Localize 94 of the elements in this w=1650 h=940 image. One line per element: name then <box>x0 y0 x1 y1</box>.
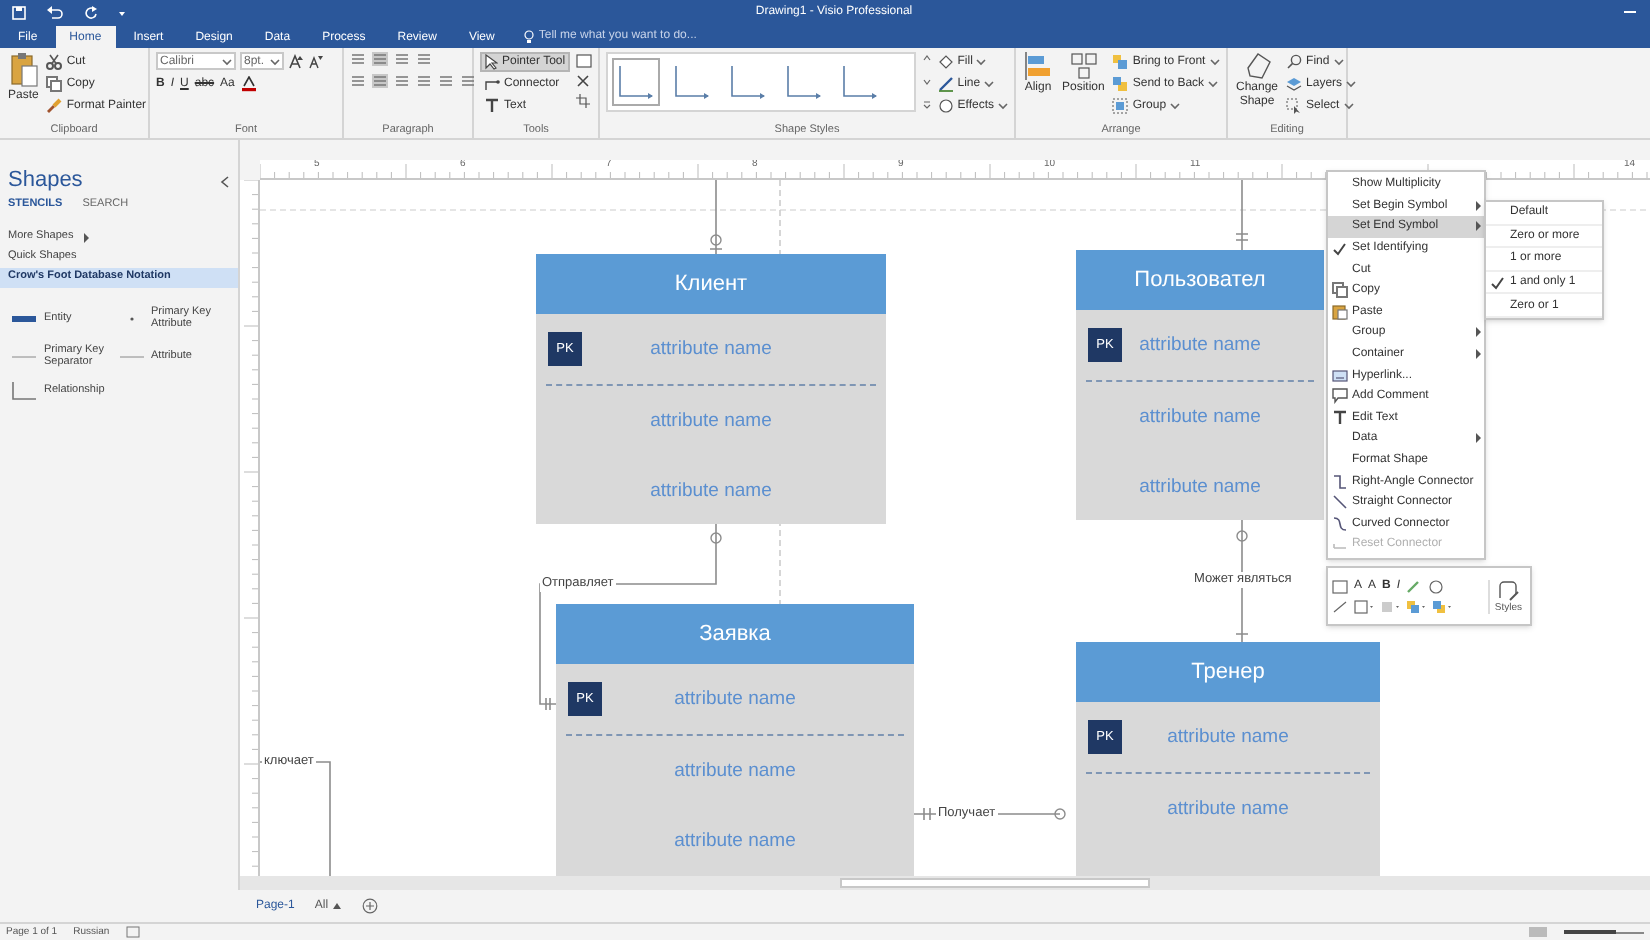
change-shape-icon <box>1243 52 1272 80</box>
attribute-name: attribute name <box>674 689 796 709</box>
attribute-name: attribute name <box>674 831 796 851</box>
zoom-slider[interactable] <box>1564 926 1644 938</box>
fill-bucket-icon <box>937 54 954 70</box>
attribute-name: attribute name <box>1139 477 1261 497</box>
connector-icon <box>484 76 500 92</box>
attribute-name: attribute name <box>650 411 772 431</box>
close-icon[interactable] <box>575 74 590 88</box>
connector-style-icon[interactable] <box>782 60 826 104</box>
list-icon[interactable] <box>372 52 388 66</box>
align-icon[interactable] <box>350 74 366 88</box>
entity-title: Тренер <box>1191 661 1265 683</box>
caret-down-icon <box>1346 80 1357 88</box>
caret-down-icon <box>998 102 1008 110</box>
styles-icon <box>1496 579 1521 603</box>
lightbulb-icon <box>524 30 535 44</box>
attribute-name: attribute name <box>1139 335 1261 355</box>
bring-front-icon <box>1112 54 1129 70</box>
list-icon[interactable] <box>394 52 410 66</box>
group-icon <box>1112 98 1129 114</box>
straight-connector-icon <box>1331 494 1347 511</box>
align-icon[interactable] <box>394 74 410 88</box>
save-icon[interactable] <box>12 5 26 19</box>
copy-icon <box>1331 282 1347 299</box>
scrollbar-thumb[interactable] <box>840 878 1150 888</box>
comment-icon <box>1331 388 1347 405</box>
caret-up-icon <box>332 902 343 910</box>
caret-down-icon <box>976 58 987 66</box>
caret-down-icon <box>270 57 280 65</box>
paintbrush-icon <box>46 98 63 114</box>
attribute-name: attribute name <box>1167 727 1289 747</box>
attribute-name: attribute name <box>1167 799 1289 819</box>
align-icon[interactable] <box>438 74 454 88</box>
caret-down-icon <box>1343 102 1354 110</box>
caret-down-icon <box>222 57 232 65</box>
shrink-font-icon[interactable] <box>308 53 324 69</box>
align-icon[interactable] <box>460 74 476 88</box>
entity-title: Пользовател <box>1134 269 1266 291</box>
text-icon <box>484 98 500 114</box>
connector-style-icon[interactable] <box>614 60 658 104</box>
curved-connector-icon <box>1331 515 1347 532</box>
font-color-icon[interactable] <box>240 76 259 92</box>
check-icon <box>1332 241 1346 256</box>
search-icon <box>1286 54 1303 70</box>
collapse-icon[interactable] <box>220 175 230 187</box>
attribute-name: attribute name <box>650 481 772 501</box>
connector-style-icon[interactable] <box>726 60 770 104</box>
caret-down-icon <box>1208 80 1219 88</box>
elbow-connector-icon <box>1331 473 1347 490</box>
normal-view-icon[interactable] <box>1528 926 1548 938</box>
grow-font-icon[interactable] <box>288 53 304 69</box>
attribute-name: attribute name <box>1139 407 1261 427</box>
add-page-icon[interactable] <box>362 898 379 914</box>
entity-title: Заявка <box>699 623 771 645</box>
minimize-icon[interactable] <box>1622 6 1638 18</box>
connector-style-icon[interactable] <box>670 60 714 104</box>
cursor-icon <box>1286 98 1303 114</box>
undo-icon[interactable] <box>46 5 64 19</box>
attribute-name: attribute name <box>674 761 796 781</box>
layers-icon <box>1286 76 1303 92</box>
text-icon <box>1331 409 1347 426</box>
clipboard-icon <box>1331 303 1347 320</box>
send-back-icon <box>1112 76 1129 92</box>
style-gallery[interactable] <box>606 52 916 112</box>
attribute-name: attribute name <box>650 339 772 359</box>
list-icon[interactable] <box>350 52 366 66</box>
pen-icon <box>937 76 954 92</box>
pointer-icon <box>484 54 498 70</box>
check-icon <box>1490 275 1504 290</box>
gallery-scroll-icon[interactable] <box>921 52 932 112</box>
relationship-icon <box>12 381 36 399</box>
shape-fill-icon[interactable] <box>1332 579 1348 593</box>
align-icon[interactable] <box>372 74 388 88</box>
chevron-right-icon <box>81 231 90 243</box>
align-icon[interactable] <box>416 74 432 88</box>
list-icon[interactable] <box>416 52 432 66</box>
caret-down-icon <box>1209 58 1220 66</box>
align-objects-icon <box>1024 52 1052 80</box>
panel-title: Shapes <box>8 170 83 192</box>
scissors-icon <box>46 54 63 70</box>
connector-style-icon[interactable] <box>838 60 882 104</box>
caret-down-icon <box>984 80 995 88</box>
caret-down-icon <box>1170 102 1181 110</box>
caret-down-icon <box>1333 58 1344 66</box>
redo-icon[interactable] <box>84 5 98 19</box>
copy-icon <box>46 76 63 92</box>
effects-icon <box>937 98 954 114</box>
brush-icon[interactable] <box>1406 579 1423 593</box>
crop-icon[interactable] <box>575 94 590 108</box>
chevron-right-icon <box>1474 432 1482 445</box>
connector-icon[interactable] <box>1332 599 1348 613</box>
entity-title: Клиент <box>674 273 748 295</box>
link-icon <box>1331 367 1347 384</box>
